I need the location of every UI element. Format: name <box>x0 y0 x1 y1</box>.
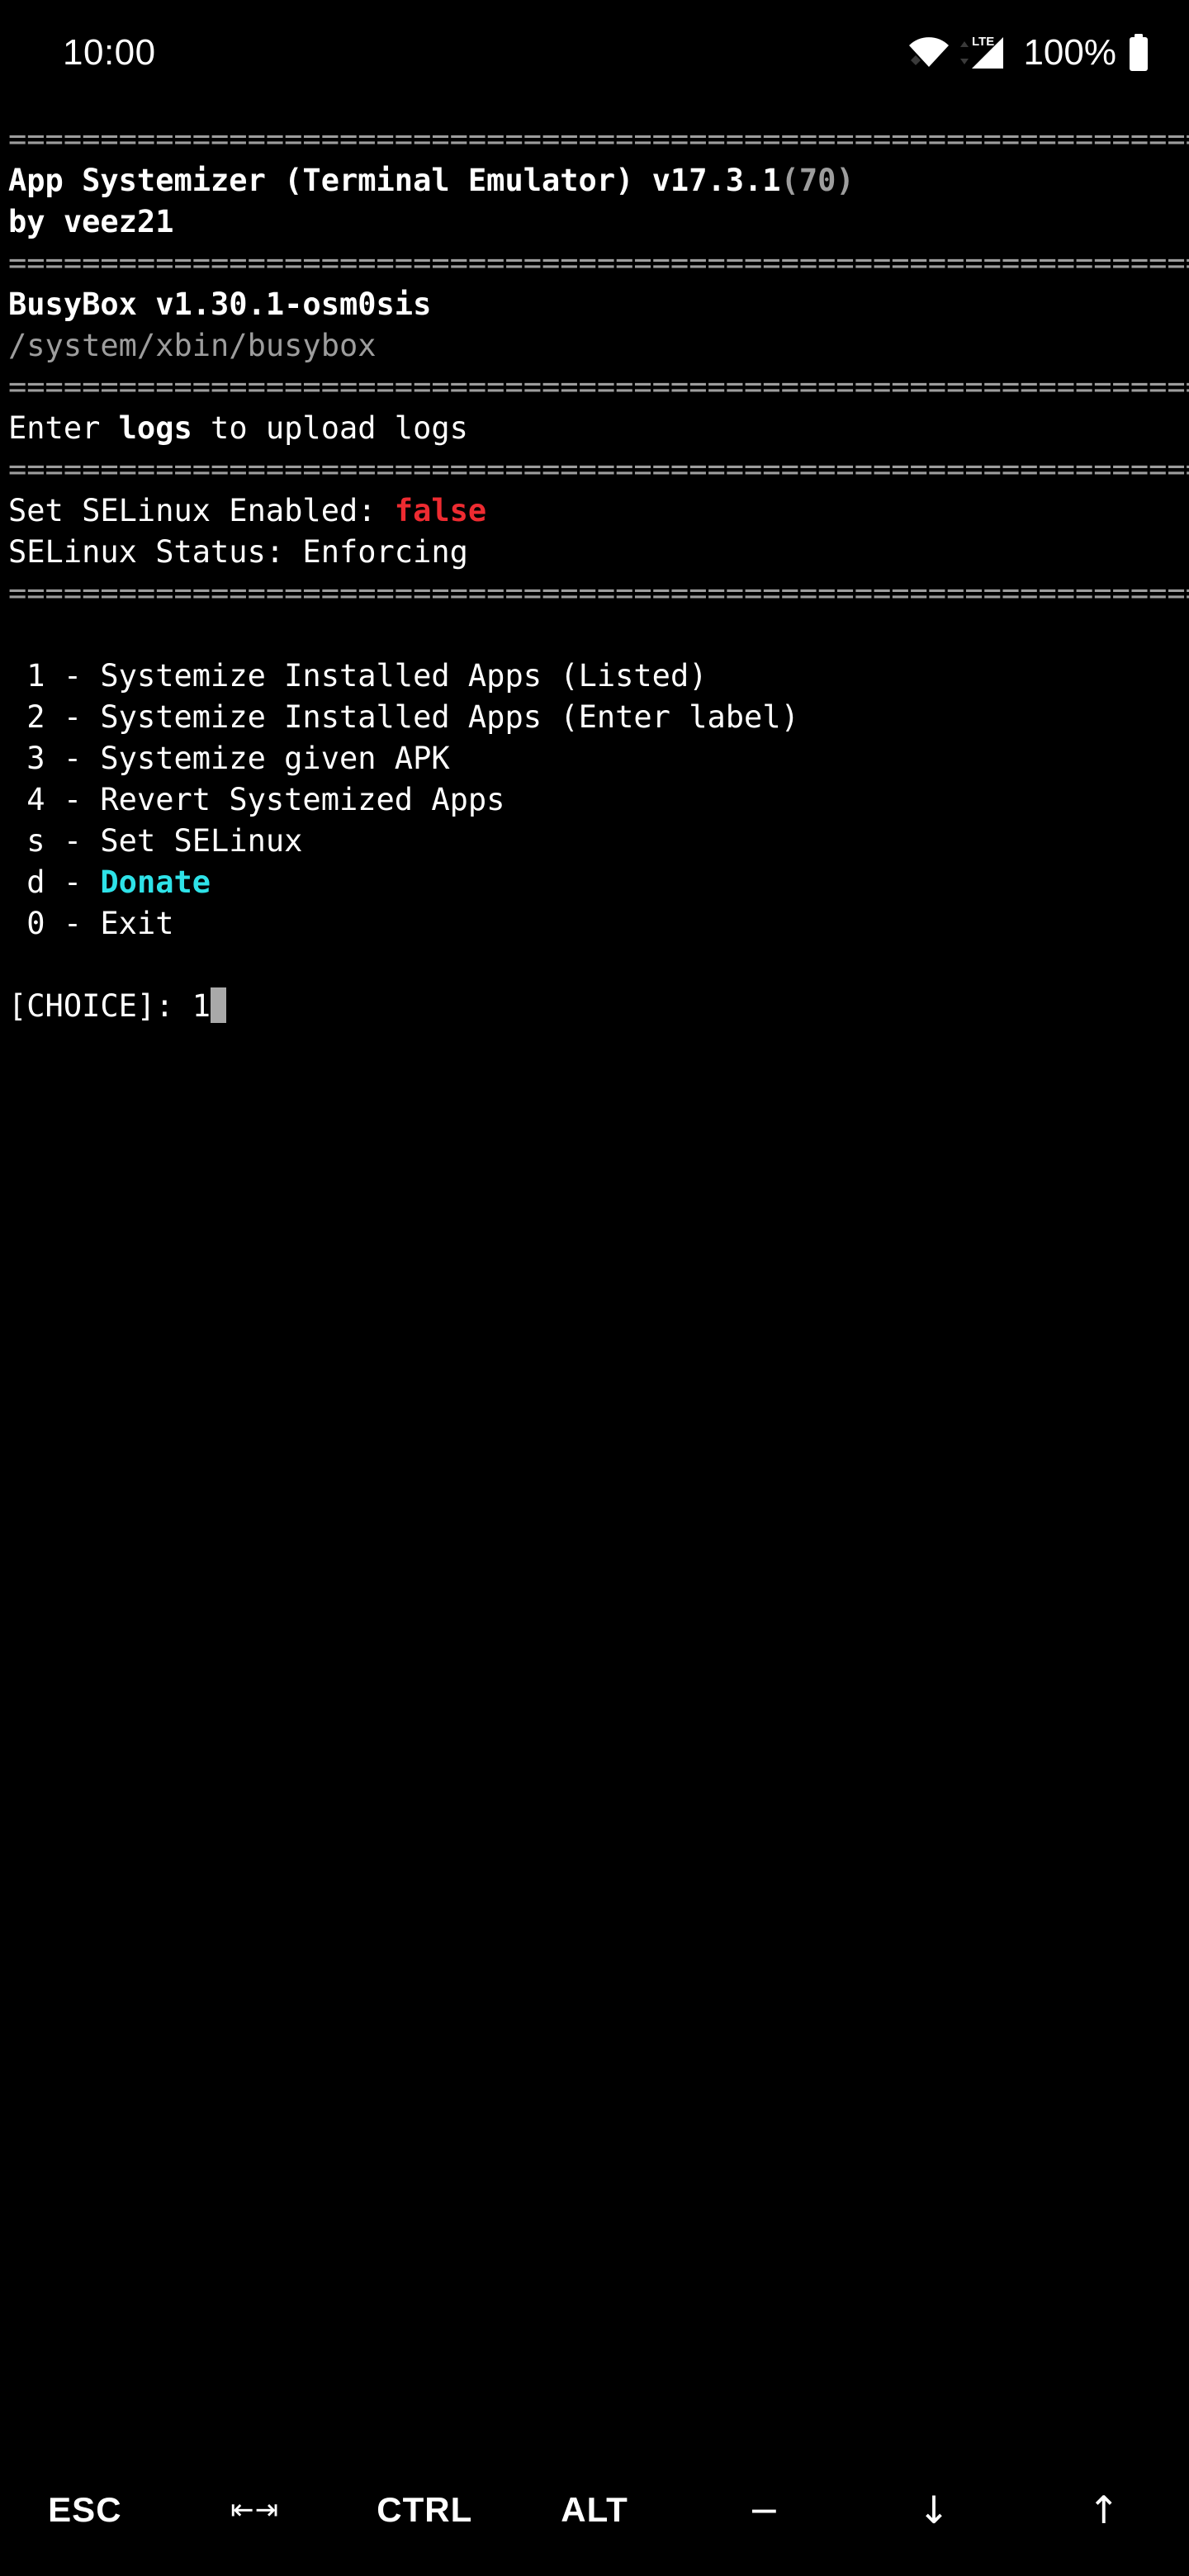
menu-item-d[interactable]: d - Donate <box>8 862 1189 903</box>
tab-key[interactable]: ⇤⇥ <box>170 2444 340 2576</box>
ctrl-key[interactable]: CTRL <box>339 2444 509 2576</box>
svg-text:LTE: LTE <box>972 35 994 49</box>
status-clock: 10:00 <box>63 32 156 73</box>
menu-list: 1 - Systemize Installed Apps (Listed) 2 … <box>8 656 1189 945</box>
esc-key[interactable]: ESC <box>0 2444 170 2576</box>
menu-item-separator: - <box>45 658 101 694</box>
separator-line: ========================================… <box>8 575 1189 611</box>
status-bar: 10:00 LTE 100% <box>0 0 1189 106</box>
menu-item-key: d <box>8 864 45 900</box>
minus-key[interactable]: − <box>680 2444 850 2576</box>
choice-prompt-value: 1 <box>192 988 211 1024</box>
busybox-path: /system/xbin/busybox <box>8 328 377 363</box>
menu-item-key: 1 <box>8 658 45 694</box>
selinux-enabled-line: Set SELinux Enabled: false <box>8 490 1189 532</box>
choice-prompt-label: [CHOICE]: <box>8 988 192 1024</box>
menu-item-key: 2 <box>8 699 45 735</box>
text-cursor <box>211 987 227 1023</box>
terminal-output[interactable]: ========================================… <box>0 106 1189 2444</box>
app-author: by veez21 <box>8 204 174 239</box>
menu-item-separator: - <box>45 864 101 900</box>
menu-item-3[interactable]: 3 - Systemize given APK <box>8 738 1189 779</box>
menu-item-4[interactable]: 4 - Revert Systemized Apps <box>8 779 1189 821</box>
logs-hint-suffix: to upload logs <box>192 410 468 446</box>
menu-item-label: Revert Systemized Apps <box>100 782 505 817</box>
app-build-number: (70) <box>780 163 855 198</box>
menu-item-label: Systemize given APK <box>100 741 450 776</box>
menu-item-label: Systemize Installed Apps (Enter label) <box>100 699 799 735</box>
menu-item-separator: - <box>45 741 101 776</box>
arrow-down-key[interactable]: ↓ <box>850 2444 1020 2576</box>
status-bar-icons: LTE 100% <box>907 33 1151 73</box>
busybox-version: BusyBox v1.30.1-osm0sis <box>8 286 432 322</box>
menu-item-key: s <box>8 823 45 859</box>
separator-line: ========================================… <box>8 452 1189 487</box>
selinux-enabled-value: false <box>394 493 487 528</box>
battery-full-icon <box>1126 33 1151 73</box>
menu-item-key: 3 <box>8 741 45 776</box>
logs-keyword: logs <box>118 410 192 446</box>
menu-item-0[interactable]: 0 - Exit <box>8 903 1189 945</box>
wifi-icon <box>907 36 950 70</box>
menu-item-separator: - <box>45 699 101 735</box>
app-title: App Systemizer (Terminal Emulator) v17.3… <box>8 163 781 198</box>
selinux-enabled-label: Set SELinux Enabled: <box>8 493 395 528</box>
choice-prompt[interactable]: [CHOICE]: 1 <box>8 986 1189 1027</box>
battery-percentage: 100% <box>1023 32 1116 73</box>
selinux-status-line: SELinux Status: Enforcing <box>8 534 468 570</box>
menu-item-s[interactable]: s - Set SELinux <box>8 821 1189 862</box>
menu-item-label: Exit <box>100 906 174 941</box>
menu-item-key: 0 <box>8 906 45 941</box>
menu-item-separator: - <box>45 906 101 941</box>
menu-item-1[interactable]: 1 - Systemize Installed Apps (Listed) <box>8 656 1189 697</box>
menu-item-separator: - <box>45 823 101 859</box>
lte-signal-icon: LTE <box>955 34 1010 72</box>
logs-hint-line: Enter logs to upload logs <box>8 408 1189 449</box>
extra-keys-toolbar: ESC ⇤⇥ CTRL ALT − ↓ ↑ <box>0 2444 1189 2576</box>
menu-item-label: Donate <box>100 864 211 900</box>
menu-item-key: 4 <box>8 782 45 817</box>
app-title-line: App Systemizer (Terminal Emulator) v17.3… <box>8 160 1189 201</box>
menu-item-label: Set SELinux <box>100 823 303 859</box>
separator-line: ========================================… <box>8 121 1189 157</box>
logs-hint-prefix: Enter <box>8 410 119 446</box>
arrow-up-key[interactable]: ↑ <box>1019 2444 1189 2576</box>
menu-item-2[interactable]: 2 - Systemize Installed Apps (Enter labe… <box>8 697 1189 738</box>
menu-item-label: Systemize Installed Apps (Listed) <box>100 658 708 694</box>
menu-item-separator: - <box>45 782 101 817</box>
separator-line: ========================================… <box>8 245 1189 281</box>
alt-key[interactable]: ALT <box>509 2444 680 2576</box>
separator-line: ========================================… <box>8 369 1189 405</box>
